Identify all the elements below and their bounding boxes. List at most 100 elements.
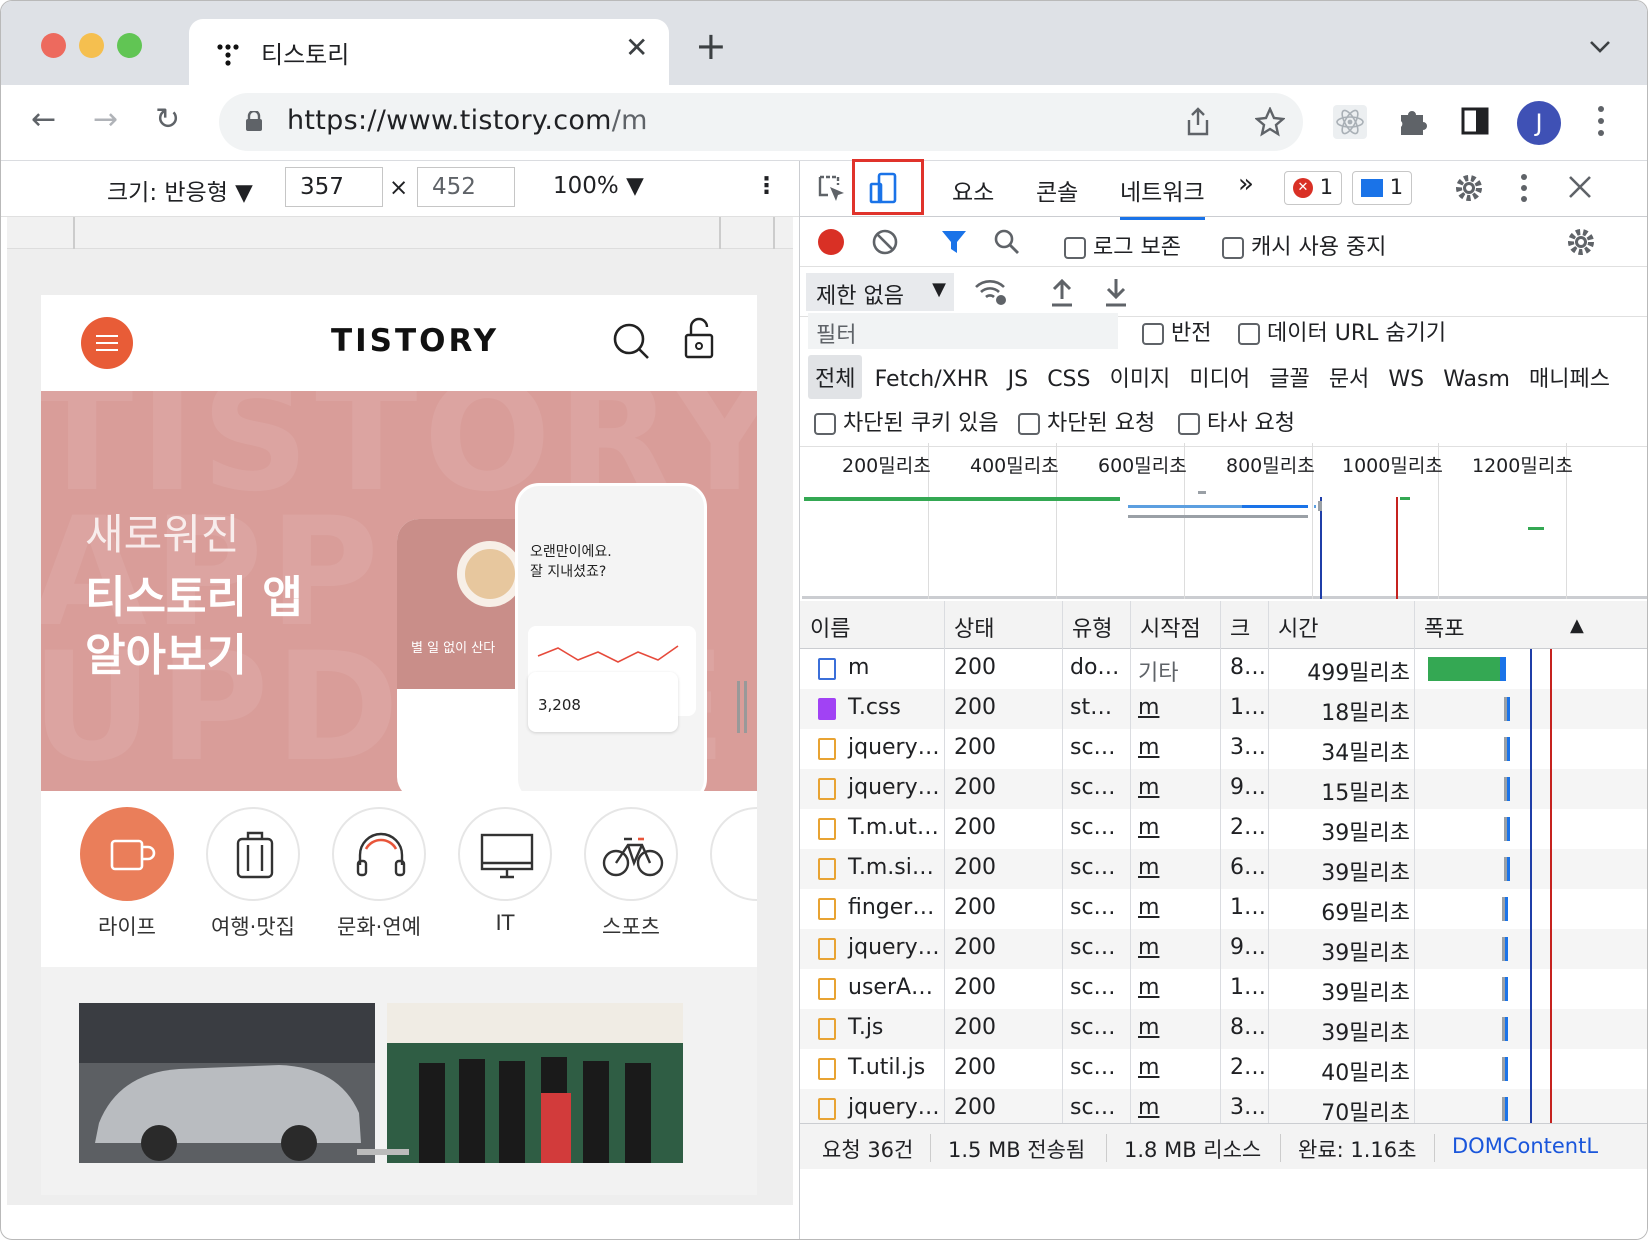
side-panel-icon[interactable]	[1461, 107, 1489, 135]
close-window-button[interactable]	[41, 33, 66, 58]
settings-gear-icon[interactable]	[1454, 173, 1484, 203]
zoom-dropdown[interactable]: 100% ▼	[553, 173, 644, 199]
table-row[interactable]: m 200 do… 기타 8… 499밀리초	[800, 649, 1647, 689]
request-name[interactable]: T.util.js	[848, 1055, 925, 1080]
viewport-height-input[interactable]: 452	[417, 167, 515, 207]
throttling-dropdown[interactable]: 제한 없음 ▼	[806, 273, 954, 311]
request-name[interactable]: jquery…	[848, 735, 940, 760]
request-name[interactable]: userA…	[848, 975, 933, 1000]
type-filter-media[interactable]: 미디어	[1182, 355, 1257, 399]
column-header-status[interactable]: 상태	[954, 611, 994, 643]
request-name[interactable]: jquery…	[848, 775, 940, 800]
request-initiator[interactable]: m	[1138, 895, 1159, 920]
export-har-icon[interactable]	[1104, 277, 1128, 307]
type-filter-js[interactable]: JS	[1001, 361, 1035, 398]
clear-icon[interactable]	[872, 229, 898, 255]
table-row[interactable]: T.m.ut… 200 sc… m 2… 39밀리초	[800, 809, 1647, 849]
sort-arrow-icon[interactable]: ▲	[1570, 615, 1584, 636]
blocked-cookies-checkbox[interactable]: 차단된 쿠키 있음	[814, 405, 999, 437]
device-toolbar-more-icon[interactable]: ⋮	[755, 173, 778, 199]
bookmark-star-icon[interactable]	[1255, 107, 1285, 137]
share-icon[interactable]	[1185, 107, 1211, 137]
type-filter-css[interactable]: CSS	[1040, 361, 1097, 398]
extensions-puzzle-icon[interactable]	[1397, 105, 1429, 137]
request-name[interactable]: T.m.si…	[848, 855, 934, 880]
request-name[interactable]: jquery…	[848, 935, 940, 960]
network-settings-gear-icon[interactable]	[1566, 227, 1596, 257]
table-row[interactable]: T.css 200 st… m 1… 18밀리초	[800, 689, 1647, 729]
close-devtools-icon[interactable]	[1568, 175, 1592, 199]
table-row[interactable]: jquery… 200 sc… m 9… 15밀리초	[800, 769, 1647, 809]
more-tabs-icon[interactable]: »	[1238, 169, 1254, 199]
filter-input[interactable]: 필터	[808, 313, 1118, 349]
category-culture[interactable]: 문화·연예	[331, 807, 427, 941]
viewport-width-input[interactable]: 357	[285, 167, 383, 207]
column-header-size[interactable]: 크	[1230, 611, 1250, 643]
request-initiator[interactable]: m	[1138, 1055, 1159, 1080]
request-name[interactable]: T.js	[848, 1015, 883, 1040]
request-initiator[interactable]: m	[1138, 975, 1159, 1000]
category-life[interactable]: 라이프	[79, 807, 175, 941]
forward-button[interactable]: →	[93, 105, 118, 135]
third-party-checkbox[interactable]: 타사 요청	[1178, 405, 1295, 437]
request-initiator[interactable]: m	[1138, 815, 1159, 840]
column-header-name[interactable]: 이름	[810, 611, 850, 643]
new-tab-button[interactable]: +	[695, 27, 727, 65]
menu-button[interactable]	[81, 317, 133, 369]
chrome-menu-icon[interactable]	[1597, 105, 1605, 137]
tab-elements[interactable]: 요소	[952, 173, 994, 207]
network-conditions-icon[interactable]	[974, 277, 1010, 307]
tab-console[interactable]: 콘솔	[1036, 173, 1078, 207]
table-row[interactable]: T.util.js 200 sc… m 2… 40밀리초	[800, 1049, 1647, 1089]
request-initiator[interactable]: 기타	[1138, 655, 1178, 687]
table-row[interactable]: userA… 200 sc… m 1… 39밀리초	[800, 969, 1647, 1009]
import-har-icon[interactable]	[1050, 277, 1074, 307]
url-text[interactable]: https://www.tistory.com/m	[287, 105, 648, 136]
device-size-dropdown[interactable]: 크기: 반응형 ▼	[107, 173, 253, 207]
request-name[interactable]: jquery…	[848, 1095, 940, 1120]
category-it[interactable]: IT	[457, 807, 553, 935]
tistory-logo[interactable]: TISTORY	[331, 323, 499, 359]
request-name[interactable]: m	[848, 655, 869, 680]
tab-search-chevron-icon[interactable]	[1589, 35, 1611, 60]
table-row[interactable]: jquery… 200 sc… m 3… 34밀리초	[800, 729, 1647, 769]
request-initiator[interactable]: m	[1138, 1095, 1159, 1120]
table-row[interactable]: T.js 200 sc… m 8… 39밀리초	[800, 1009, 1647, 1049]
category-more[interactable]	[709, 807, 757, 901]
request-initiator[interactable]: m	[1138, 935, 1159, 960]
viewport-resize-handle[interactable]	[737, 681, 747, 733]
column-header-type[interactable]: 유형	[1072, 611, 1112, 643]
minimize-window-button[interactable]	[79, 33, 104, 58]
type-filter-img[interactable]: 이미지	[1103, 355, 1178, 399]
reload-button[interactable]: ↻	[155, 105, 180, 135]
tab-network[interactable]: 네트워크	[1120, 173, 1205, 220]
column-header-waterfall[interactable]: 폭포	[1424, 611, 1464, 643]
preserve-log-checkbox[interactable]: 로그 보존	[1064, 229, 1181, 261]
type-filter-all[interactable]: 전체	[808, 355, 863, 399]
request-name[interactable]: finger…	[848, 895, 934, 920]
type-filter-doc[interactable]: 문서	[1322, 355, 1376, 399]
request-initiator[interactable]: m	[1138, 735, 1159, 760]
devtools-menu-icon[interactable]	[1520, 173, 1528, 203]
message-count-badge[interactable]: 1	[1352, 171, 1413, 205]
type-filter-fetch[interactable]: Fetch/XHR	[868, 361, 996, 398]
tab-close-icon[interactable]: ✕	[625, 31, 648, 64]
network-overview-timeline[interactable]: 200밀리초 400밀리초 600밀리초 800밀리초 1000밀리초 1200…	[802, 443, 1647, 599]
login-lock-icon[interactable]	[683, 317, 715, 359]
request-initiator[interactable]: m	[1138, 775, 1159, 800]
hide-data-urls-checkbox[interactable]: 데이터 URL 숨기기	[1238, 315, 1446, 347]
table-row[interactable]: jquery… 200 sc… m 3… 70밀리초	[800, 1089, 1647, 1123]
request-initiator[interactable]: m	[1138, 695, 1159, 720]
request-name[interactable]: T.m.ut…	[848, 815, 939, 840]
record-button[interactable]	[818, 229, 844, 255]
viewport-bottom-resize-handle[interactable]	[357, 1149, 409, 1155]
app-promo-banner[interactable]: TISTORY APP UPDATE 새로워진 티스토리 앱 알아보기 별 일 …	[41, 391, 757, 791]
request-initiator[interactable]: m	[1138, 1015, 1159, 1040]
address-bar[interactable]: https://www.tistory.com/m	[219, 93, 1303, 151]
request-name[interactable]: T.css	[848, 695, 901, 720]
search-network-icon[interactable]	[994, 229, 1020, 255]
error-count-badge[interactable]: ✕ 1	[1284, 171, 1343, 205]
back-button[interactable]: ←	[31, 105, 56, 135]
column-header-time[interactable]: 시간	[1278, 611, 1318, 643]
blocked-requests-checkbox[interactable]: 차단된 요청	[1018, 405, 1155, 437]
